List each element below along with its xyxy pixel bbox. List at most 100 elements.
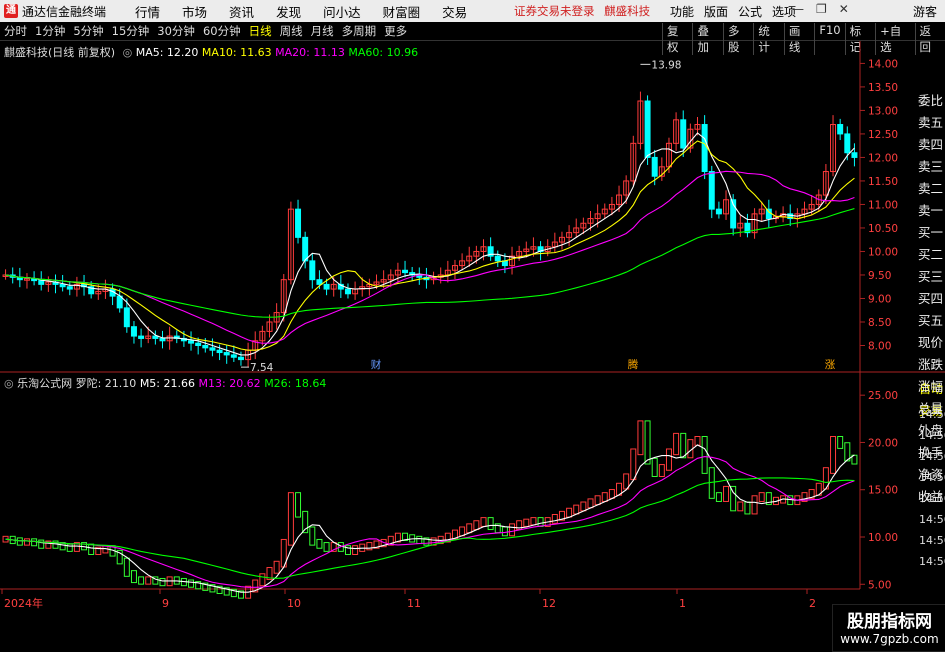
candle-9 <box>66 286 73 290</box>
period-tab-4[interactable]: 30分钟 <box>154 23 198 39</box>
sub-bar-90 <box>644 420 651 465</box>
sub-bar-83 <box>594 495 601 506</box>
kline-chart[interactable]: 8.00 8.50 9.00 9.50 10.00 10.50 11.00 11.50 12.0… <box>0 41 945 609</box>
close-icon[interactable]: ✕ <box>839 2 849 16</box>
sub-ytick-label-1: 10.00 <box>868 532 898 544</box>
main-ytick-label-8: 12.00 <box>868 152 898 164</box>
sub-bar-43 <box>309 526 316 546</box>
sub-info-line: ◎ 乐淘公式网 罗陀: 21.10 M5: 21.66 M13: 20.62 M… <box>4 375 326 391</box>
menu-trade[interactable]: 交易 <box>431 2 478 21</box>
login-status[interactable]: 证券交易未登录 <box>514 4 595 18</box>
quote-side-labels: 委比 卖五 卖四 卖三 卖二 卖一 买一 买二 买三 买四 买五 现价 涨跌 涨幅 总量 外盘 换手 净资 收益 <box>918 90 945 508</box>
period-tab-9[interactable]: 多周期 <box>339 23 380 39</box>
sub-time-6: 14:56 <box>919 534 945 547</box>
sub-bar-94 <box>673 432 680 456</box>
period-tab-0[interactable]: 分时 <box>1 23 30 39</box>
ma60-line <box>5 208 855 318</box>
sub-bar-105 <box>751 495 758 515</box>
restore-icon[interactable]: ❐ <box>816 2 827 16</box>
sub-bar-22 <box>159 577 166 587</box>
sub-bar-80 <box>573 504 580 515</box>
sub-bar-106 <box>758 492 765 502</box>
watermark-url: www.7gpzb.com <box>840 632 939 646</box>
menu-market[interactable]: 市场 <box>171 2 218 21</box>
sub-bar-64 <box>459 526 466 537</box>
side-label-10: 买五 <box>918 313 944 328</box>
candle-117 <box>837 124 844 135</box>
main-ytick-label-1: 8.50 <box>868 317 891 329</box>
sub-ytick-label-0: 5.00 <box>868 579 891 591</box>
side-label-6: 买一 <box>918 225 944 240</box>
sub-bar-100 <box>715 492 722 502</box>
menu-discover[interactable]: 发现 <box>265 2 312 21</box>
sub-bar-4 <box>31 538 38 547</box>
minimize-icon[interactable]: — <box>792 2 804 16</box>
main-ytick-label-6: 11.00 <box>868 199 898 211</box>
candle-48 <box>344 288 351 295</box>
candle-32 <box>230 354 237 358</box>
side-label-16: 换手 <box>918 445 944 460</box>
sub-bar-2 <box>16 537 23 546</box>
main-ytick-label-9: 12.50 <box>868 129 898 141</box>
sub-bar-65 <box>466 523 473 534</box>
period-tab-1[interactable]: 1分钟 <box>32 23 68 39</box>
candle-119 <box>851 152 858 158</box>
guest-label[interactable]: 游客 <box>913 3 937 20</box>
sub-bar-84 <box>601 492 608 502</box>
main-menu: 行情 市场 资讯 发现 问小达 财富圈 交易 <box>124 2 478 21</box>
side-label-0: 委比 <box>918 93 944 108</box>
candle-41 <box>295 208 302 238</box>
m26-value: M26: 18.64 <box>264 377 327 390</box>
menu-news[interactable]: 资讯 <box>218 2 265 21</box>
sub-bar-44 <box>316 538 323 549</box>
sub-bar-104 <box>744 501 751 515</box>
period-tab-7[interactable]: 周线 <box>277 23 306 39</box>
ma10-line <box>5 140 855 351</box>
menu-layout[interactable]: 版面 <box>699 3 733 20</box>
sub-info-name: 乐淘公式网 罗陀: 21.10 <box>17 377 137 390</box>
candle-95 <box>680 119 687 149</box>
sub-bar-19 <box>138 576 145 585</box>
main-ytick-label-5: 10.50 <box>868 223 898 235</box>
sub-bar-97 <box>694 435 701 446</box>
sub-settings-icon[interactable]: ◎ <box>4 377 14 390</box>
menu-quotes[interactable]: 行情 <box>124 2 171 21</box>
sub-bar-20 <box>145 576 152 585</box>
sub-bar-81 <box>580 501 587 512</box>
side-label-1: 卖五 <box>918 115 944 130</box>
high-label: 13.98 <box>651 59 681 71</box>
sub-bar-89 <box>637 420 644 456</box>
sub-time-5: 14:56 <box>919 513 945 526</box>
candle-56 <box>402 269 409 274</box>
period-tab-3[interactable]: 15分钟 <box>109 23 153 39</box>
sub-bar-17 <box>123 557 130 577</box>
main-ytick-label-12: 14.00 <box>868 58 898 70</box>
candle-19 <box>138 335 145 339</box>
xtick-label-3: 11 <box>407 597 421 609</box>
sub-m13-line <box>5 456 855 588</box>
right-menu: 功能 版面 公式 选项 <box>665 3 801 20</box>
candle-26 <box>188 340 195 344</box>
menu-bar: 通 通达信金融终端 行情 市场 资讯 发现 问小达 财富圈 交易 证券交易未登录… <box>0 0 945 22</box>
xtick-label-1: 9 <box>162 597 169 609</box>
sub-bar-103 <box>737 501 744 512</box>
menu-wealth[interactable]: 财富圈 <box>372 2 432 21</box>
sub-bar-85 <box>608 489 615 499</box>
side-label-14: 总量 <box>918 401 944 416</box>
period-tab-8[interactable]: 月线 <box>308 23 337 39</box>
settings-icon[interactable]: ◎ <box>123 46 133 59</box>
sub-bar-3 <box>23 538 30 546</box>
period-tab-5[interactable]: 60分钟 <box>200 23 244 39</box>
candle-5 <box>38 280 45 285</box>
sub-bar-41 <box>295 492 302 518</box>
menu-functions[interactable]: 功能 <box>665 3 699 20</box>
period-tab-2[interactable]: 5分钟 <box>70 23 106 39</box>
menu-formula[interactable]: 公式 <box>733 3 767 20</box>
period-tab-10[interactable]: 更多 <box>381 23 410 39</box>
sub-bar-74 <box>530 517 537 526</box>
menu-ask[interactable]: 问小达 <box>312 2 372 21</box>
candle-118 <box>844 133 851 154</box>
period-tab-6[interactable]: 日线 <box>246 23 275 39</box>
side-label-9: 买四 <box>918 291 944 306</box>
sub-bar-68 <box>487 517 494 531</box>
